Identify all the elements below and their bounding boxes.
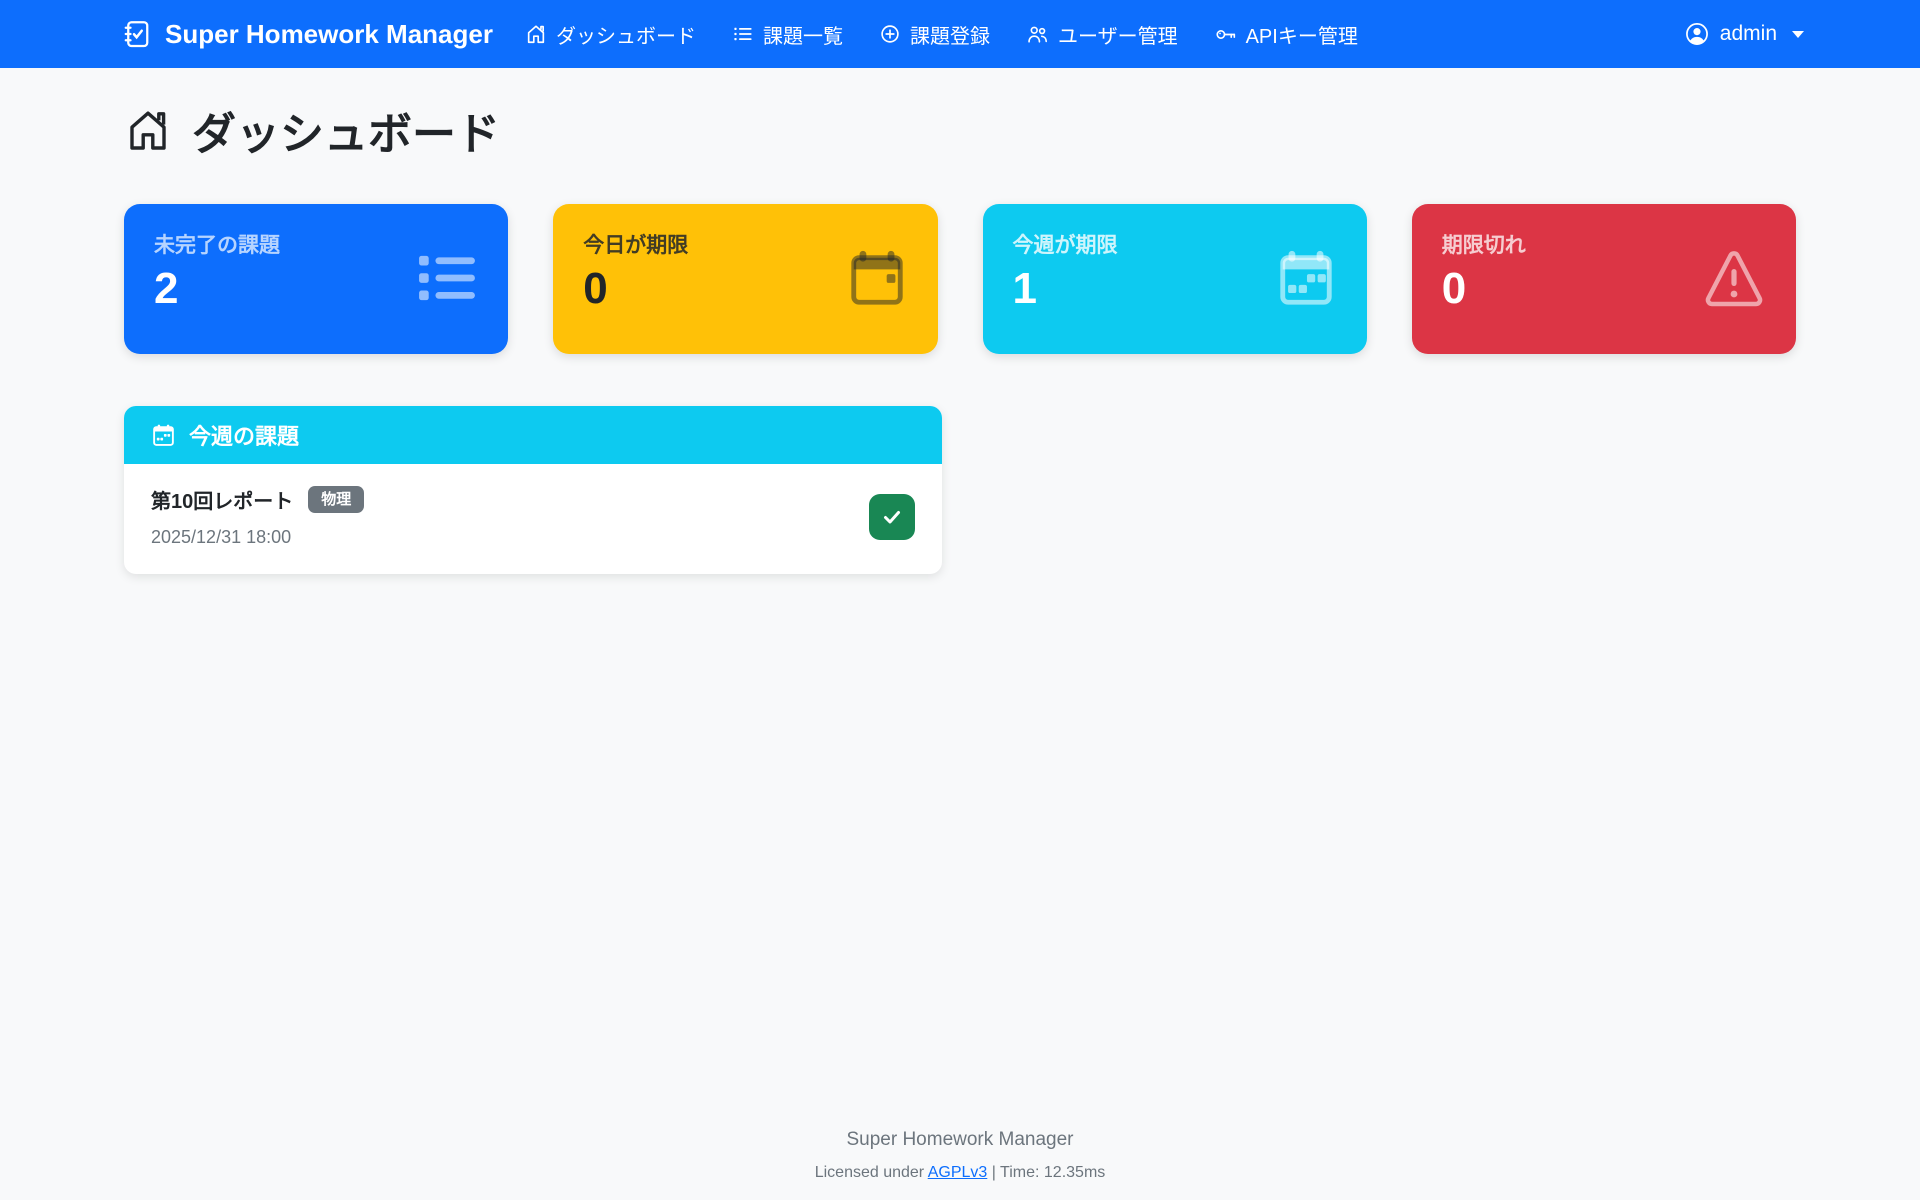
stat-card-incomplete: 未完了の課題 2 [124, 204, 508, 354]
exclamation-triangle-icon [1702, 249, 1766, 309]
stat-card-due-today: 今日が期限 0 [553, 204, 937, 354]
footer-app-name: Super Homework Manager [0, 1129, 1920, 1151]
license-link[interactable]: AGPLv3 [928, 1164, 988, 1181]
nav-api-key-management[interactable]: APIキー管理 [1214, 20, 1358, 49]
nav-assignment-create[interactable]: 課題登録 [879, 20, 990, 49]
list-ul-icon [416, 253, 478, 305]
app-title: Super Homework Manager [165, 19, 493, 50]
weekly-card-header: 今週の課題 [124, 406, 942, 464]
license-suffix: | Time: 12.35ms [987, 1164, 1105, 1181]
people-icon [1026, 23, 1049, 46]
assignment-title: 第10回レポート [151, 485, 293, 514]
nav-assignment-list-label: 課題一覧 [763, 20, 843, 49]
assignment-info: 第10回レポート 物理 2025/12/31 18:00 [151, 485, 364, 548]
page-title-label: ダッシュボード [192, 98, 500, 162]
stat-card-overdue: 期限切れ 0 [1412, 204, 1796, 354]
list-icon [732, 23, 754, 45]
person-circle-icon [1684, 21, 1710, 47]
nav-dashboard-label: ダッシュボード [556, 20, 696, 49]
house-icon [124, 106, 172, 154]
key-icon [1214, 23, 1237, 46]
nav-api-key-management-label: APIキー管理 [1246, 20, 1358, 49]
calendar-event-icon [846, 248, 908, 310]
nav-user-management[interactable]: ユーザー管理 [1026, 20, 1178, 49]
calendar-week-icon [151, 423, 176, 448]
caret-down-icon [1791, 30, 1805, 39]
license-prefix: Licensed under [815, 1164, 928, 1181]
house-icon [525, 23, 547, 45]
top-navbar: Super Homework Manager ダッシュボード [0, 0, 1920, 68]
weekly-card-title: 今週の課題 [189, 419, 299, 451]
nav-user-management-label: ユーザー管理 [1058, 20, 1178, 49]
main-nav: ダッシュボード 課題一覧 [525, 20, 1358, 49]
stats-row: 未完了の課題 2 今日が期限 0 [124, 204, 1796, 354]
calendar-week-icon [1275, 248, 1337, 310]
mark-complete-button[interactable] [869, 494, 915, 540]
page-footer: Super Homework Manager Licensed under AG… [0, 1129, 1920, 1200]
page-title: ダッシュボード [124, 98, 1796, 162]
nav-assignment-list[interactable]: 課題一覧 [732, 20, 843, 49]
journal-check-icon [122, 19, 152, 49]
app-brand[interactable]: Super Homework Manager [122, 19, 493, 50]
weekly-assignments-card: 今週の課題 第10回レポート 物理 2025/12/31 18:00 [124, 406, 942, 574]
check-icon [880, 505, 904, 529]
user-menu[interactable]: admin [1684, 21, 1805, 47]
stat-card-due-this-week: 今週が期限 1 [983, 204, 1367, 354]
subject-badge: 物理 [308, 486, 364, 513]
assignment-list-item: 第10回レポート 物理 2025/12/31 18:00 [124, 464, 942, 574]
assignment-due-date: 2025/12/31 18:00 [151, 527, 364, 548]
plus-circle-icon [879, 23, 901, 45]
footer-license-line: Licensed under AGPLv3 | Time: 12.35ms [0, 1164, 1920, 1182]
user-name: admin [1720, 22, 1777, 46]
nav-dashboard[interactable]: ダッシュボード [525, 20, 696, 49]
main-content: ダッシュボード 未完了の課題 2 今日が期限 0 [0, 68, 1920, 1129]
nav-assignment-create-label: 課題登録 [910, 20, 990, 49]
